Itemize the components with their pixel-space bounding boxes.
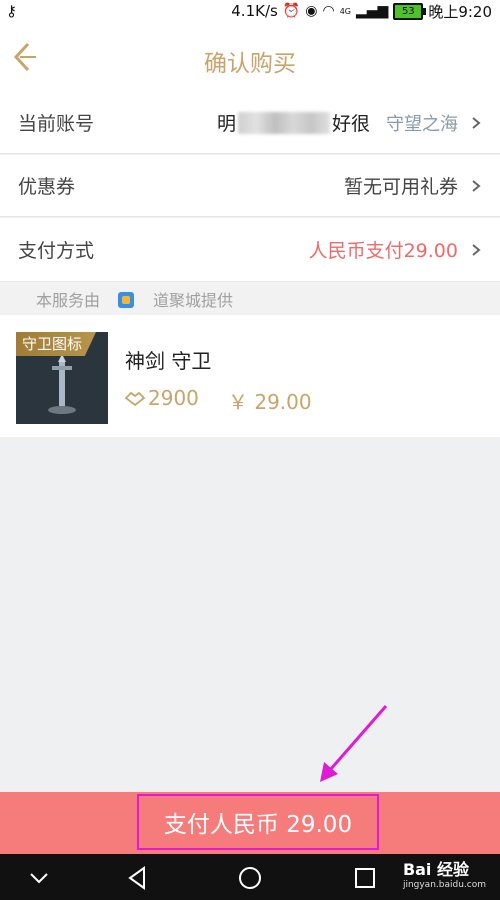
- clock: 晚上9:20: [428, 2, 492, 21]
- coupon-row[interactable]: 优惠券 暂无可用礼券: [0, 155, 500, 217]
- payment-method-value: 人民币支付29.00: [308, 240, 458, 262]
- notice-text-before: 本服务由: [36, 290, 101, 310]
- account-name-suffix: 好很: [331, 113, 370, 135]
- back-nav-icon[interactable]: [124, 865, 150, 891]
- service-notice: 本服务由 道聚城提供: [0, 282, 500, 315]
- product-thumbnail: 守卫图标: [16, 332, 108, 424]
- watermark-url: jingyan.baidu.com: [402, 880, 486, 890]
- home-nav-icon[interactable]: [237, 865, 263, 891]
- signal-icon: ▂▄▆: [356, 3, 389, 19]
- status-bar: ⚷ 4.1K/s ⏰ ◉ ◠ 4G ▂▄▆ 53 晚上9:20: [0, 0, 500, 22]
- collapse-nav-icon[interactable]: [26, 865, 52, 891]
- account-label: 当前账号: [18, 113, 95, 135]
- network-speed: 4.1K/s: [231, 2, 278, 20]
- chevron-right-icon: [472, 179, 481, 192]
- page-header: 确认购买: [0, 22, 500, 93]
- server-name: 守望之海: [386, 113, 458, 135]
- product-card: 守卫图标: [0, 315, 500, 437]
- daojucheng-logo-icon: [118, 291, 135, 308]
- network-type: 4G: [339, 6, 351, 16]
- pay-button[interactable]: 支付人民币 29.00: [137, 794, 379, 850]
- alarm-icon: ⏰: [282, 3, 301, 19]
- product-coins: 2900: [125, 386, 199, 410]
- chevron-right-icon: [472, 116, 481, 129]
- product-badge: 守卫图标: [16, 332, 97, 356]
- wifi-icon: ◠: [322, 3, 335, 19]
- key-icon: ⚷: [6, 2, 17, 20]
- notice-text-after: 道聚城提供: [153, 290, 234, 310]
- payment-method-label: 支付方式: [18, 240, 95, 262]
- account-name: 明 好很: [217, 109, 370, 136]
- account-name-prefix: 明: [216, 113, 236, 135]
- payment-method-row[interactable]: 支付方式 人民币支付29.00: [0, 218, 500, 282]
- eye-icon: ◉: [305, 3, 318, 19]
- account-row[interactable]: 当前账号 明 好很 守望之海: [0, 92, 500, 154]
- watermark-brand: Bai 经验: [402, 860, 469, 879]
- coupon-value: 暂无可用礼券: [343, 176, 458, 198]
- page-title: 确认购买: [204, 51, 296, 77]
- coupon-label: 优惠券: [18, 176, 76, 198]
- product-price: ￥ 29.00: [228, 390, 312, 414]
- product-name: 神剑 守卫: [125, 349, 212, 373]
- blurred-name-mask: [237, 111, 330, 134]
- product-coins-value: 2900: [148, 386, 199, 410]
- recents-nav-icon[interactable]: [352, 865, 378, 891]
- baidu-jingyan-watermark: Bai 经验 jingyan.baidu.com: [403, 856, 486, 890]
- chevron-right-icon: [472, 243, 481, 256]
- coin-handshake-icon: [125, 391, 145, 406]
- pay-bar: 支付人民币 29.00: [0, 792, 500, 854]
- annotation-arrow-icon: [320, 705, 388, 782]
- status-right: 4.1K/s ⏰ ◉ ◠ 4G ▂▄▆ 53 晚上9:20: [231, 1, 492, 22]
- battery-icon: 53: [393, 2, 427, 20]
